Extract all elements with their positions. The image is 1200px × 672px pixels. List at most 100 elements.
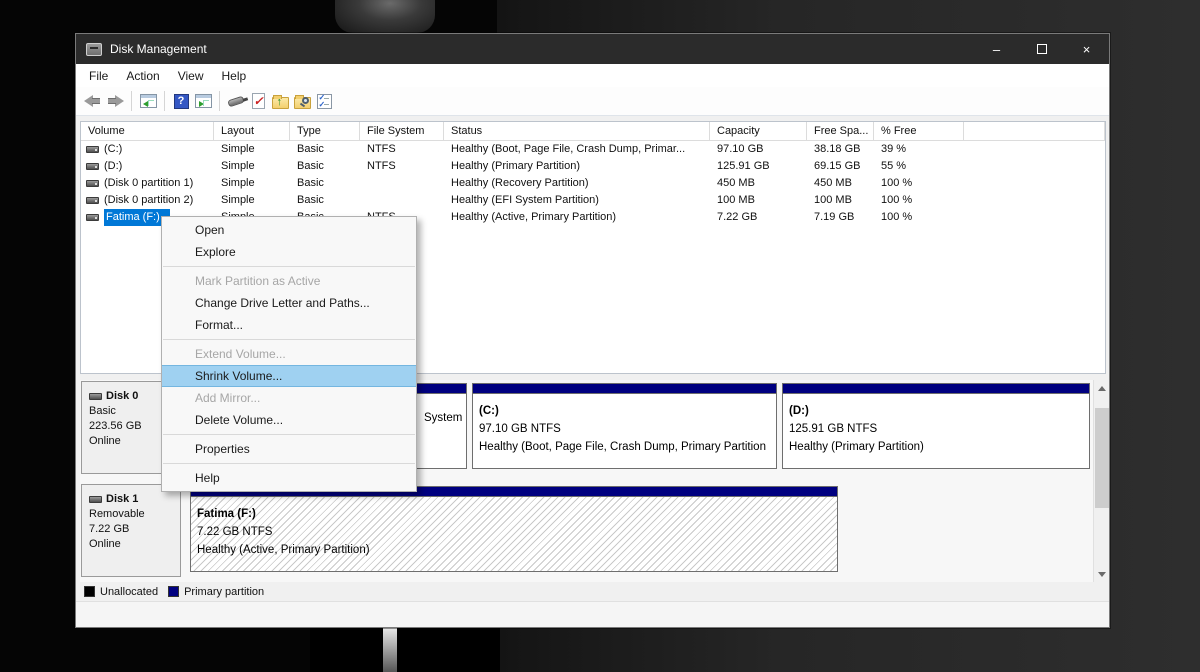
table-row[interactable]: (Disk 0 partition 2) Simple Basic Health…: [81, 192, 1105, 209]
cell-layout: Simple: [214, 158, 290, 175]
status-bar: [76, 601, 1109, 627]
menu-separator: [163, 434, 415, 435]
volume-list-header: Volume Layout Type File System Status Ca…: [81, 122, 1105, 141]
menu-item-help[interactable]: Help: [162, 467, 416, 489]
minimize-icon: –: [993, 42, 1000, 57]
col-file-system[interactable]: File System: [360, 122, 444, 141]
menu-help[interactable]: Help: [213, 64, 256, 87]
legend-primary-label: Primary partition: [184, 586, 264, 598]
unallocated-swatch: [84, 586, 95, 597]
menu-item-explore[interactable]: Explore: [162, 241, 416, 263]
maximize-button[interactable]: [1019, 34, 1064, 64]
toolbar-separator: [219, 91, 220, 111]
background-object: [335, 0, 435, 33]
disk-icon: [89, 393, 102, 400]
window-title: Disk Management: [110, 42, 207, 56]
scrollbar-thumb[interactable]: [1095, 408, 1109, 508]
cell-free: 69.15 GB: [807, 158, 874, 175]
menu-view[interactable]: View: [169, 64, 213, 87]
close-button[interactable]: ×: [1064, 34, 1109, 64]
close-icon: ×: [1083, 42, 1091, 57]
col-empty[interactable]: [964, 122, 1105, 141]
back-icon[interactable]: [82, 90, 104, 112]
col-capacity[interactable]: Capacity: [710, 122, 807, 141]
menu-separator: [163, 463, 415, 464]
partition-d[interactable]: (D:) 125.91 GB NTFS Healthy (Primary Par…: [782, 383, 1090, 469]
partition-status: Healthy (Primary Partition): [789, 438, 1089, 456]
partition-label-fragment: System: [424, 412, 462, 424]
partition-fatima-selected[interactable]: Fatima (F:) 7.22 GB NTFS Healthy (Active…: [190, 486, 838, 572]
scroll-down-icon[interactable]: [1094, 566, 1110, 582]
table-row[interactable]: (Disk 0 partition 1) Simple Basic Health…: [81, 175, 1105, 192]
cell-fs: [360, 192, 444, 209]
disk-size: 7.22 GB: [89, 522, 180, 537]
partition-color-bar: [473, 384, 776, 394]
app-disk-icon: [86, 43, 102, 56]
drive-icon: [86, 197, 99, 204]
folder-search-icon[interactable]: [291, 90, 313, 112]
menu-item-format[interactable]: Format...: [162, 314, 416, 336]
task-list-icon[interactable]: [313, 90, 335, 112]
partition-c[interactable]: (C:) 97.10 GB NTFS Healthy (Boot, Page F…: [472, 383, 777, 469]
cell-capacity: 450 MB: [710, 175, 807, 192]
cell-free: 38.18 GB: [807, 141, 874, 158]
minimize-button[interactable]: –: [974, 34, 1019, 64]
disk-management-window: Disk Management – × File Action View Hel…: [75, 33, 1110, 628]
folder-up-icon[interactable]: ↑: [269, 90, 291, 112]
maximize-icon: [1037, 44, 1047, 54]
disk-name: Disk 0: [106, 389, 138, 404]
cell-capacity: 100 MB: [710, 192, 807, 209]
cell-type: Basic: [290, 141, 360, 158]
menu-item-mark-partition-active: Mark Partition as Active: [162, 270, 416, 292]
console-tree-icon[interactable]: [137, 90, 159, 112]
col-volume[interactable]: Volume: [81, 122, 214, 141]
partition-label: Fatima (F:): [197, 505, 837, 523]
volume-name: (Disk 0 partition 1): [104, 175, 193, 192]
tool-icon[interactable]: [225, 90, 247, 112]
background-object-bottom: [310, 628, 500, 672]
col-type[interactable]: Type: [290, 122, 360, 141]
disk1-info-panel[interactable]: Disk 1 Removable 7.22 GB Online: [81, 484, 181, 577]
drive-icon: [86, 163, 99, 170]
table-row[interactable]: (D:) Simple Basic NTFS Healthy (Primary …: [81, 158, 1105, 175]
partition-size: 7.22 GB NTFS: [197, 523, 837, 541]
cell-pct: 100 %: [874, 192, 964, 209]
menu-item-open[interactable]: Open: [162, 219, 416, 241]
volume-name: (D:): [104, 158, 122, 175]
partition-status: Healthy (Active, Primary Partition): [197, 541, 837, 559]
primary-partition-swatch: [168, 586, 179, 597]
menu-item-change-drive-letter[interactable]: Change Drive Letter and Paths...: [162, 292, 416, 314]
col-layout[interactable]: Layout: [214, 122, 290, 141]
col-free-space[interactable]: Free Spa...: [807, 122, 874, 141]
menu-action[interactable]: Action: [117, 64, 168, 87]
menu-item-delete-volume[interactable]: Delete Volume...: [162, 409, 416, 431]
action-pane-icon[interactable]: [192, 90, 214, 112]
vertical-scrollbar[interactable]: [1093, 380, 1109, 582]
cell-free: 450 MB: [807, 175, 874, 192]
volume-name: (Disk 0 partition 2): [104, 192, 193, 209]
drive-icon: [86, 180, 99, 187]
cell-status: Healthy (EFI System Partition): [444, 192, 710, 209]
scroll-up-icon[interactable]: [1094, 380, 1110, 396]
legend-bar: Unallocated Primary partition: [80, 582, 1106, 601]
cell-capacity: 7.22 GB: [710, 209, 807, 226]
report-check-icon[interactable]: ✓: [247, 90, 269, 112]
disk-status: Online: [89, 537, 180, 552]
menu-bar: File Action View Help: [76, 64, 1109, 87]
menu-separator: [163, 266, 415, 267]
cell-fs: [360, 175, 444, 192]
col-status[interactable]: Status: [444, 122, 710, 141]
cell-pct: 55 %: [874, 158, 964, 175]
cell-fs: NTFS: [360, 158, 444, 175]
col-pct-free[interactable]: % Free: [874, 122, 964, 141]
disk-icon: [89, 496, 102, 503]
title-bar[interactable]: Disk Management – ×: [76, 34, 1109, 64]
table-row[interactable]: (C:) Simple Basic NTFS Healthy (Boot, Pa…: [81, 141, 1105, 158]
cell-capacity: 97.10 GB: [710, 141, 807, 158]
help-icon[interactable]: ?: [170, 90, 192, 112]
drive-icon: [86, 146, 99, 153]
menu-item-shrink-volume[interactable]: Shrink Volume...: [162, 365, 416, 387]
menu-file[interactable]: File: [80, 64, 117, 87]
forward-icon[interactable]: [104, 90, 126, 112]
menu-item-properties[interactable]: Properties: [162, 438, 416, 460]
